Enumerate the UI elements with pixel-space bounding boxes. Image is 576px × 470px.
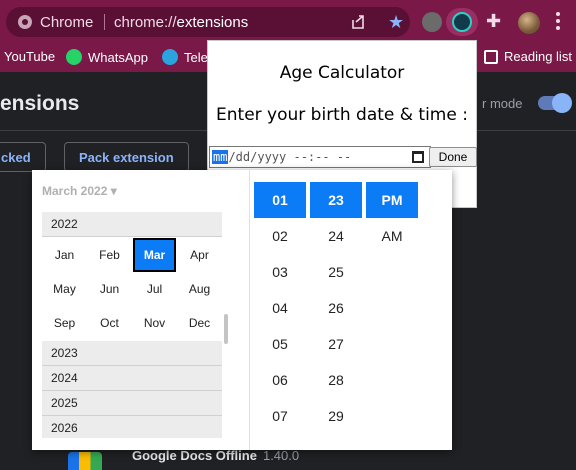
hour-cell[interactable]: 07 — [254, 398, 306, 434]
month-year-list[interactable]: 2022 Jan Feb Mar Apr May Jun Jul Aug Sep… — [42, 212, 222, 438]
month-cell[interactable]: Feb — [87, 238, 132, 272]
month-grid: Jan Feb Mar Apr May Jun Jul Aug Sep Oct … — [42, 237, 222, 341]
month-cell[interactable]: Dec — [177, 306, 222, 340]
developer-mode-toggle[interactable] — [538, 93, 572, 113]
picker-divider — [249, 170, 250, 450]
minute-cell[interactable]: 26 — [310, 290, 362, 326]
year-row[interactable]: 2025 — [42, 391, 222, 416]
month-year-selector[interactable]: March 2022 ▾ — [42, 184, 117, 198]
popup-title: Age Calculator — [279, 63, 405, 83]
minute-cell-selected[interactable]: 23 — [310, 182, 362, 218]
month-cell[interactable]: Jul — [132, 272, 177, 306]
developer-mode-label: r mode — [482, 96, 523, 111]
bookmark-whatsapp[interactable]: WhatsApp — [66, 49, 148, 65]
year-row[interactable]: 2026 — [42, 416, 222, 438]
pack-extension-button[interactable]: Pack extension — [64, 142, 189, 172]
omnibox-separator — [104, 14, 105, 30]
calendar-icon[interactable] — [412, 151, 424, 163]
reading-list[interactable]: Reading list — [484, 49, 572, 64]
month-cell[interactable]: Sep — [42, 306, 87, 340]
extension-version: 1.40.0 — [262, 448, 300, 463]
minute-cell[interactable]: 27 — [310, 326, 362, 362]
month-list-scrollbar[interactable] — [224, 314, 228, 344]
hour-cell[interactable]: 04 — [254, 290, 306, 326]
input-remaining-segments[interactable]: /dd/yyyy --:-- -- — [228, 150, 351, 164]
bookmark-telegram[interactable]: Tele — [162, 49, 208, 65]
minute-cell[interactable]: 29 — [310, 398, 362, 434]
month-segment[interactable]: mm — [212, 150, 229, 164]
month-cell[interactable]: Apr — [177, 238, 222, 272]
month-cell[interactable]: Jan — [42, 238, 87, 272]
profile-avatar[interactable] — [518, 12, 540, 34]
reading-list-icon — [484, 49, 498, 64]
extension-icon-1[interactable] — [422, 12, 442, 32]
datetime-picker: March 2022 ▾ 2022 Jan Feb Mar Apr May Ju… — [32, 170, 452, 450]
year-row[interactable]: 2023 — [42, 341, 222, 366]
google-docs-icon — [68, 452, 102, 470]
birth-date-prompt: Enter your birth date & time : — [216, 105, 468, 125]
hour-cell[interactable]: 05 — [254, 326, 306, 362]
hour-cell[interactable]: 03 — [254, 254, 306, 290]
minute-cell[interactable]: 25 — [310, 254, 362, 290]
omnibox-chrome-label: Chrome — [40, 14, 94, 31]
year-row[interactable]: 2024 — [42, 366, 222, 391]
month-cell[interactable]: May — [42, 272, 87, 306]
year-row[interactable]: 2022 — [42, 212, 222, 237]
url-text[interactable]: chrome://extensions — [114, 14, 248, 31]
extension-name: Google Docs Offline — [132, 448, 257, 463]
browser-toolbar: Chrome chrome://extensions ★ ✚ — [0, 0, 576, 42]
extension-item: Google Docs Offline 1.40.0 — [132, 448, 299, 463]
extensions-puzzle-icon[interactable]: ✚ — [486, 12, 501, 30]
bookmark-youtube[interactable]: YouTube — [4, 49, 55, 64]
share-icon[interactable] — [350, 14, 366, 30]
minute-cell[interactable]: 28 — [310, 362, 362, 398]
meridiem-cell[interactable]: AM — [366, 218, 418, 254]
bookmark-star-icon[interactable]: ★ — [388, 13, 404, 31]
minute-column[interactable]: 23 24 25 26 27 28 29 — [310, 182, 362, 434]
month-cell[interactable]: Aug — [177, 272, 222, 306]
meridiem-cell-selected[interactable]: PM — [366, 182, 418, 218]
minute-cell[interactable]: 24 — [310, 218, 362, 254]
address-bar[interactable]: Chrome chrome://extensions ★ — [6, 7, 410, 37]
hour-cell[interactable]: 06 — [254, 362, 306, 398]
meridiem-column[interactable]: PM AM — [366, 182, 418, 254]
month-cell[interactable]: Jun — [87, 272, 132, 306]
telegram-icon — [162, 49, 178, 65]
hour-cell-selected[interactable]: 01 — [254, 182, 306, 218]
month-cell[interactable]: Nov — [132, 306, 177, 340]
whatsapp-icon — [66, 49, 82, 65]
month-cell-selected[interactable]: Mar — [133, 238, 176, 272]
birth-datetime-input[interactable]: mm/dd/yyyy --:-- -- — [209, 146, 431, 168]
hour-cell[interactable]: 02 — [254, 218, 306, 254]
load-unpacked-button[interactable]: cked — [0, 142, 46, 172]
done-button[interactable]: Done — [429, 147, 477, 167]
chrome-site-icon — [18, 15, 32, 29]
page-title: ensions — [0, 92, 80, 115]
hour-column[interactable]: 01 02 03 04 05 06 07 — [254, 182, 306, 434]
age-calculator-extension-icon[interactable] — [452, 12, 472, 32]
month-cell[interactable]: Oct — [87, 306, 132, 340]
more-menu-icon[interactable] — [556, 12, 560, 30]
